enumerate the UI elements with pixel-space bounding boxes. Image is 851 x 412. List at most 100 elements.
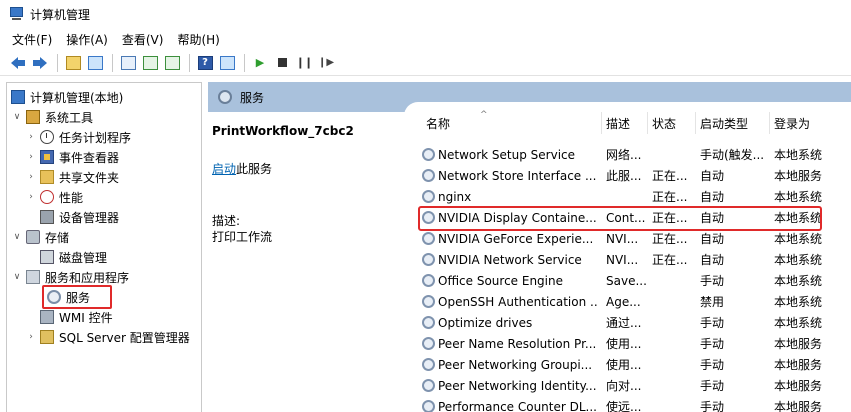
chevron-down-icon[interactable]: ∨ — [11, 232, 23, 242]
export-icon[interactable] — [162, 53, 182, 73]
tree-item-wmi[interactable]: WMI 控件 — [40, 307, 113, 327]
chevron-right-icon[interactable]: › — [25, 192, 37, 202]
menu-action[interactable]: 操作(A) — [66, 31, 108, 48]
table-row[interactable]: OpenSSH Authentication ... Age... 禁用 本地系统 — [422, 291, 851, 312]
table-row[interactable]: Peer Networking Identity... 向对... 手动 本地服务 — [422, 375, 851, 396]
service-description-cell: 使远... — [606, 396, 648, 412]
column-header-status[interactable]: 状态 — [648, 112, 696, 134]
log-on-as-cell: 本地系统 — [774, 291, 851, 312]
tree-item-root[interactable]: 计算机管理(本地) — [11, 87, 123, 107]
cell-text: nginx — [438, 189, 472, 204]
chevron-right-icon[interactable]: › — [25, 132, 37, 142]
table-row[interactable]: NVIDIA GeForce Experie... NVI... 正在... 自动 本地… — [422, 228, 851, 249]
tree-item-device-manager[interactable]: 设备管理器 — [40, 207, 119, 227]
table-row[interactable]: Performance Counter DL... 使远... 手动 本地服务 — [422, 396, 851, 412]
cell-text: 使远... — [606, 400, 642, 412]
properties-icon[interactable] — [118, 53, 138, 73]
start-service-link[interactable]: 启动 — [212, 162, 236, 176]
tree-item-system-tools[interactable]: ∨ 系统工具 — [11, 107, 93, 127]
startup-type-cell: 手动 — [700, 354, 770, 375]
start-service-icon[interactable]: ▶ — [250, 53, 270, 73]
cell-text: 本地系统 — [774, 232, 823, 246]
service-status-cell — [652, 333, 696, 354]
help-icon[interactable]: ? — [195, 53, 215, 73]
stop-service-icon[interactable] — [272, 53, 292, 73]
event-log-icon — [40, 150, 54, 164]
cell-text: 手动 — [700, 337, 725, 351]
chevron-right-icon[interactable]: › — [25, 332, 37, 342]
service-description-cell: 通过... — [606, 312, 648, 333]
table-row[interactable]: Network Setup Service 网络... 手动(触发... 本地系统 — [422, 144, 851, 165]
tree-item-event-viewer[interactable]: › 事件查看器 — [25, 147, 119, 167]
service-name-cell: OpenSSH Authentication ... — [422, 291, 598, 312]
wmi-icon — [40, 310, 54, 324]
service-name-cell: Peer Networking Identity... — [422, 375, 598, 396]
service-status-cell — [652, 270, 696, 291]
service-name-cell: Optimize drives — [422, 312, 598, 333]
cell-text: 禁用 — [700, 295, 725, 309]
cell-text: Office Source Engine — [438, 273, 563, 288]
tree-item-task-scheduler[interactable]: › 任务计划程序 — [25, 127, 131, 147]
chevron-down-icon[interactable]: ∨ — [11, 272, 23, 282]
resume-service-icon[interactable]: ❙▶ — [316, 53, 336, 73]
column-header-startup-type[interactable]: 启动类型 — [696, 112, 770, 134]
menu-bar: 文件(F) 操作(A) 查看(V) 帮助(H) — [0, 28, 851, 50]
tree-item-services-and-apps[interactable]: ∨ 服务和应用程序 — [11, 267, 129, 287]
table-row[interactable]: Optimize drives 通过... 手动 本地系统 — [422, 312, 851, 333]
tree-item-performance[interactable]: › 性能 — [25, 187, 83, 207]
back-arrow-icon[interactable] — [8, 53, 28, 73]
service-description-cell: Save... — [606, 270, 648, 291]
menu-view[interactable]: 查看(V) — [122, 31, 164, 48]
cell-text: 此服... — [606, 169, 642, 183]
cell-text: 手动 — [700, 316, 725, 330]
table-row[interactable]: nginx 正在... 自动 本地系统 — [422, 186, 851, 207]
pause-service-icon[interactable]: ❙❙ — [294, 53, 314, 73]
cell-text: 向对... — [606, 379, 642, 393]
refresh-icon[interactable] — [140, 53, 160, 73]
log-on-as-cell: 本地系统 — [774, 249, 851, 270]
gear-icon — [218, 90, 232, 104]
cell-text: 网络... — [606, 148, 642, 162]
chevron-right-icon[interactable]: › — [25, 152, 37, 162]
tree-item-label: 设备管理器 — [59, 210, 120, 225]
tree-item-sql-server[interactable]: › SQL Server 配置管理器 — [25, 327, 190, 347]
cell-text: 使用... — [606, 337, 642, 351]
log-on-as-cell: 本地系统 — [774, 270, 851, 291]
disk-icon — [40, 250, 54, 264]
cell-text: 自动 — [700, 190, 725, 204]
service-name-cell: Network Setup Service — [422, 144, 598, 165]
service-name-cell: Peer Networking Groupi... — [422, 354, 598, 375]
menu-file[interactable]: 文件(F) — [12, 31, 52, 48]
cell-text: 通过... — [606, 316, 642, 330]
action-pane-icon[interactable] — [217, 53, 237, 73]
cell-text: 自动 — [700, 232, 725, 246]
table-row[interactable]: Network Store Interface ... 此服... 正在... 自动 本… — [422, 165, 851, 186]
table-row[interactable]: Peer Name Resolution Pr... 使用... 手动 本地服务 — [422, 333, 851, 354]
show-tree-icon[interactable] — [85, 53, 105, 73]
table-row[interactable]: Office Source Engine Save... 手动 本地系统 — [422, 270, 851, 291]
column-header-log-on-as[interactable]: 登录为 — [770, 112, 851, 134]
tools-icon — [26, 110, 40, 124]
chevron-down-icon[interactable]: ∨ — [11, 112, 23, 122]
forward-arrow-icon[interactable] — [30, 53, 50, 73]
device-manager-icon — [40, 210, 54, 224]
tree-item-storage[interactable]: ∨ 存储 — [11, 227, 69, 247]
column-header-description[interactable]: 描述 — [602, 112, 648, 134]
cell-text: 正在... — [652, 169, 688, 183]
table-row[interactable]: NVIDIA Network Service NVI... 正在... 自动 本地系统 — [422, 249, 851, 270]
toolbar-separator — [112, 53, 113, 72]
menu-help[interactable]: 帮助(H) — [177, 31, 219, 48]
tree-item-label: SQL Server 配置管理器 — [59, 330, 190, 345]
tree-item-shared-folders[interactable]: › 共享文件夹 — [25, 167, 119, 187]
tree-item-disk-management[interactable]: 磁盘管理 — [40, 247, 107, 267]
startup-type-cell: 手动 — [700, 270, 770, 291]
chevron-right-icon[interactable]: › — [25, 172, 37, 182]
column-header-name[interactable]: 名称 ^ — [422, 110, 602, 134]
cell-text: 本地系统 — [774, 274, 823, 288]
tree-item-label: 事件查看器 — [59, 150, 120, 165]
sort-ascending-icon: ^ — [480, 110, 488, 120]
start-service-line: 启动此服务 — [212, 160, 272, 177]
table-row[interactable]: Peer Networking Groupi... 使用... 手动 本地服务 — [422, 354, 851, 375]
up-folder-icon[interactable] — [63, 53, 83, 73]
toolbar-separator — [57, 53, 58, 72]
